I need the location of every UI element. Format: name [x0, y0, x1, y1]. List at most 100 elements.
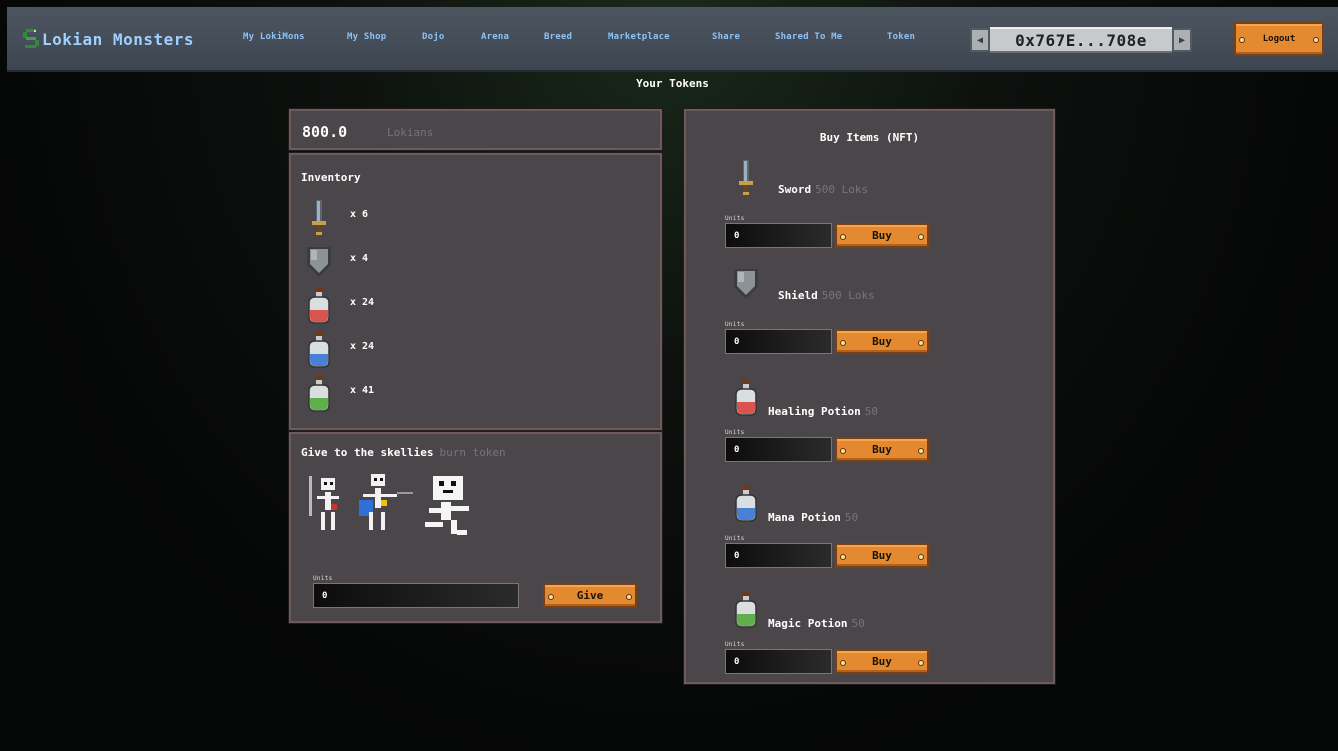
buy-label: Buy	[872, 655, 892, 668]
app-frame: Lokian Monsters My LokiMons My Shop Dojo…	[7, 7, 1338, 751]
shop-item-name: Magic Potion 50	[768, 617, 865, 630]
shield-units-input[interactable]: 0	[725, 329, 832, 354]
units-label: Units	[725, 429, 745, 436]
shop-item-name-text: Healing Potion	[768, 405, 861, 418]
nav-shared-to-me[interactable]: Shared To Me	[775, 32, 842, 42]
mana-potion-units-input[interactable]: 0	[725, 543, 832, 568]
buy-label: Buy	[872, 549, 892, 562]
balance-panel: 800.0 Lokians	[289, 109, 662, 150]
rivet-icon	[840, 339, 846, 346]
top-navbar: Lokian Monsters My LokiMons My Shop Dojo…	[7, 7, 1338, 72]
rivet-icon	[548, 593, 554, 600]
units-label: Units	[725, 535, 745, 542]
rivet-icon	[918, 553, 924, 560]
nav-marketplace[interactable]: Marketplace	[608, 32, 670, 42]
shop-item-price: 50	[844, 511, 859, 524]
shop-item-price: 500 Loks	[821, 289, 875, 302]
inventory-count: x 41	[350, 385, 375, 396]
buy-items-panel: Buy Items (NFT) Sword 500 Loks Units 0 Bu…	[684, 109, 1055, 684]
rivet-icon	[840, 553, 846, 560]
shop-item-healing-potion: Healing Potion 50 Units 0 Buy	[686, 377, 1057, 477]
buy-mana-potion-button[interactable]: Buy	[835, 543, 929, 568]
nav-breed[interactable]: Breed	[544, 32, 572, 42]
units-label: Units	[725, 321, 745, 328]
shield-icon	[307, 247, 331, 277]
buy-sword-button[interactable]: Buy	[835, 223, 929, 248]
rivet-icon	[918, 447, 924, 454]
buy-healing-potion-button[interactable]: Buy	[835, 437, 929, 462]
rivet-icon	[840, 447, 846, 454]
inventory-count: x 4	[350, 253, 369, 264]
shop-item-name: Healing Potion 50	[768, 405, 878, 418]
magic-potion-icon	[735, 591, 757, 628]
sword-units-input[interactable]: 0	[725, 223, 832, 248]
inventory-item: x 41	[301, 373, 501, 413]
mana-potion-icon	[735, 485, 757, 522]
give-units-label: Units	[313, 575, 333, 582]
healing-potion-icon	[735, 379, 757, 416]
skellies-illustration-icon	[309, 474, 469, 535]
inventory-item: x 4	[301, 241, 501, 281]
magic-potion-units-input[interactable]: 0	[725, 649, 832, 674]
inventory-panel: Inventory x 6 x 4 x 24 x 24 x 41	[289, 153, 662, 430]
rivet-icon	[1313, 37, 1319, 43]
nav-my-shop[interactable]: My Shop	[347, 32, 386, 42]
give-title-text: Give to the skellies	[301, 446, 434, 459]
give-button[interactable]: Give	[543, 583, 637, 608]
nav-token[interactable]: Token	[887, 32, 915, 42]
brand[interactable]: Lokian Monsters	[22, 25, 194, 53]
shop-item-name: Mana Potion 50	[768, 511, 858, 524]
shop-title: Buy Items (NFT)	[819, 131, 920, 144]
logout-button[interactable]: Logout	[1234, 22, 1324, 56]
inventory-item: x 24	[301, 285, 501, 325]
healing-potion-icon	[308, 287, 330, 324]
units-label: Units	[725, 641, 745, 648]
give-units-input[interactable]: 0	[313, 583, 519, 608]
nav-dojo[interactable]: Dojo	[422, 32, 444, 42]
healing-potion-units-input[interactable]: 0	[725, 437, 832, 462]
shop-item-shield: Shield 500 Loks Units 0 Buy	[686, 263, 1057, 363]
nav-share[interactable]: Share	[712, 32, 740, 42]
rivet-icon	[840, 233, 846, 240]
give-panel: Give to the skellies burn token Units 0 …	[289, 432, 662, 623]
give-subtitle: burn token	[439, 446, 506, 459]
buy-label: Buy	[872, 335, 892, 348]
shop-item-name: Shield 500 Loks	[778, 289, 875, 302]
balance-value: 800.0	[302, 123, 348, 141]
buy-shield-button[interactable]: Buy	[835, 329, 929, 354]
sword-icon	[312, 200, 326, 235]
shop-item-mana-potion: Mana Potion 50 Units 0 Buy	[686, 483, 1057, 583]
shop-item-price: 50	[864, 405, 878, 418]
wallet-address-badge[interactable]: ◀ 0x767E...708e ▶	[970, 26, 1192, 54]
page-title: Your Tokens	[636, 77, 709, 90]
wallet-address: 0x767E...708e	[990, 27, 1172, 53]
shop-item-price: 50	[851, 617, 865, 630]
rivet-icon	[918, 339, 924, 346]
nav-my-lokimons[interactable]: My LokiMons	[243, 32, 305, 42]
units-label: Units	[725, 215, 745, 222]
buy-magic-potion-button[interactable]: Buy	[835, 649, 929, 674]
sword-icon	[739, 160, 753, 195]
shop-item-name-text: Mana Potion	[768, 511, 841, 524]
mana-potion-icon	[308, 331, 330, 368]
give-title: Give to the skellies burn token	[301, 446, 506, 459]
shop-item-name-text: Shield	[778, 289, 818, 302]
wallet-left-arrow-icon: ◀	[970, 28, 990, 52]
inventory-count: x 6	[350, 209, 369, 220]
buy-label: Buy	[872, 229, 892, 242]
inventory-count: x 24	[350, 297, 375, 308]
inventory-item: x 24	[301, 329, 501, 369]
rivet-icon	[840, 659, 846, 666]
brand-name: Lokian Monsters	[42, 29, 194, 49]
rivet-icon	[918, 659, 924, 666]
inventory-title: Inventory	[301, 171, 361, 184]
shop-item-name-text: Sword	[778, 183, 812, 196]
shop-item-sword: Sword 500 Loks Units 0 Buy	[686, 157, 1057, 257]
serpent-logo-icon	[23, 29, 39, 48]
buy-label: Buy	[872, 443, 892, 456]
wallet-right-arrow-icon: ▶	[1172, 28, 1192, 52]
shop-item-name: Sword 500 Loks	[778, 183, 868, 196]
nav-arena[interactable]: Arena	[481, 32, 509, 42]
give-button-label: Give	[576, 589, 604, 602]
rivet-icon	[1239, 37, 1245, 43]
